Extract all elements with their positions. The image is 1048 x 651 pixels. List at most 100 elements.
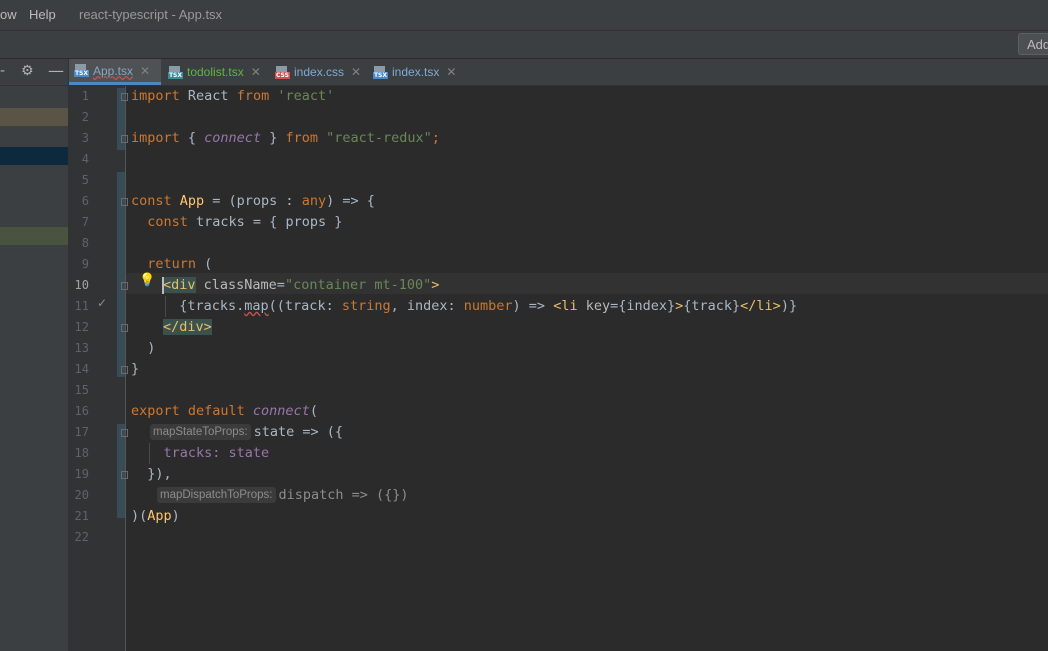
fold-icon[interactable] [121, 93, 128, 101]
code-line-11[interactable]: {tracks.map((track: string, index: numbe… [163, 296, 797, 317]
fold-icon[interactable] [121, 282, 128, 290]
tag-token: </li> [740, 298, 781, 314]
editor-tab-bar: TSX App.tsx ✕ TSX todolist.tsx ✕ CSS ind… [69, 59, 1048, 86]
close-icon[interactable]: ✕ [446, 65, 456, 79]
code-line-16[interactable]: export default connect( [131, 401, 318, 422]
tab-label: todolist.tsx [187, 65, 244, 79]
identifier-token: React [179, 88, 237, 104]
type-token: any [301, 193, 327, 209]
line-number: 22 [74, 530, 89, 544]
close-icon[interactable]: ✕ [351, 65, 361, 79]
code-line-14[interactable]: } [131, 359, 139, 380]
lightbulb-icon[interactable]: 💡 [139, 273, 155, 288]
fold-icon[interactable] [121, 429, 128, 437]
function-token: connect [204, 130, 262, 146]
text-token: } [131, 361, 140, 377]
project-tree-row-modified[interactable] [0, 227, 68, 245]
menu-bar: ow Help react-typescript - App.tsx [0, 0, 1048, 31]
fold-icon[interactable] [121, 135, 128, 143]
line-number: 3 [81, 131, 89, 145]
type-token: number [463, 298, 513, 314]
project-tree-row-highlighted[interactable] [0, 108, 68, 126]
fold-icon[interactable] [121, 324, 128, 332]
code-editor[interactable] [126, 86, 1048, 651]
text-token: ={index} [610, 298, 676, 314]
code-line-18[interactable]: tracks: state [131, 443, 270, 464]
code-line-20[interactable]: mapDispatchToProps: dispatch => ({}) [157, 485, 409, 506]
keyword-token: import [131, 88, 180, 104]
text-token: ) [171, 508, 180, 524]
fold-icon[interactable] [121, 198, 128, 206]
line-number: 9 [81, 257, 89, 271]
code-line-19[interactable]: }), [131, 464, 172, 485]
code-line-9[interactable]: return ( [131, 254, 212, 275]
parameter-hint: mapStateToProps: [150, 424, 251, 440]
line-number: 17 [74, 425, 89, 439]
function-token: connect [252, 403, 310, 419]
property-token: tracks: state [131, 445, 270, 461]
line-number: 14 [74, 362, 89, 376]
line-number: 8 [81, 236, 89, 250]
text-token: tracks = { props } [187, 214, 343, 230]
collapse-icon[interactable]: - [0, 63, 5, 79]
line-number: 13 [74, 341, 89, 355]
text-token: , index: [390, 298, 464, 314]
css-file-icon: CSS [275, 65, 290, 79]
add-configuration-button[interactable]: Add [1018, 33, 1048, 55]
fold-icon[interactable] [121, 366, 128, 374]
keyword-token: import [131, 130, 180, 146]
menu-item-window[interactable]: ow [0, 7, 17, 22]
code-line-7[interactable]: const tracks = { props } [131, 212, 342, 233]
code-line-6[interactable]: const App = (props : any) => { [131, 191, 375, 212]
tab-index-css[interactable]: CSS index.css ✕ [270, 59, 361, 85]
code-line-13[interactable]: ) [131, 338, 155, 359]
tab-todolist-tsx[interactable]: TSX todolist.tsx ✕ [163, 59, 261, 85]
tab-index-tsx[interactable]: TSX index.tsx ✕ [368, 59, 456, 85]
parameter-hint: mapDispatchToProps: [157, 487, 276, 503]
close-icon[interactable]: ✕ [251, 65, 261, 79]
close-icon[interactable]: ✕ [140, 64, 150, 78]
line-number: 16 [74, 404, 89, 418]
gear-icon[interactable]: ⚙ [21, 63, 34, 79]
tsx-file-icon: TSX [373, 65, 388, 79]
type-token: string [341, 298, 391, 314]
code-line-17[interactable]: mapStateToProps: state => ({ [150, 422, 343, 443]
text-token: {tracks. [163, 298, 245, 314]
string-token: "container mt-100" [284, 277, 432, 293]
hide-panel-icon[interactable]: — [48, 61, 64, 80]
text-token: = (props : [204, 193, 302, 209]
code-line-1[interactable]: import React from 'react' [131, 86, 334, 107]
tab-app-tsx[interactable]: TSX App.tsx ✕ [69, 59, 161, 85]
punct-token: } [261, 130, 286, 146]
tag-token: <li [553, 298, 578, 314]
string-token: 'react' [269, 88, 335, 104]
text-token: ((track: [268, 298, 342, 314]
code-line-12[interactable]: </div> [163, 317, 212, 338]
text-token: )} [780, 298, 798, 314]
tag-token: > [431, 277, 440, 293]
text-token: }), [131, 466, 172, 482]
menu-item-help[interactable]: Help [29, 7, 56, 22]
text-token: ) [131, 340, 156, 356]
string-token: "react-redux" [317, 130, 432, 146]
toolbar: Add [0, 31, 1048, 59]
text-token: = [276, 277, 285, 293]
code-line-3[interactable]: import { connect } from "react-redux"; [131, 128, 440, 149]
code-line-21[interactable]: )(App) [131, 506, 180, 527]
line-number: 7 [81, 215, 89, 229]
code-line-10[interactable]: <div className="container mt-100"> [163, 275, 439, 296]
line-number: 6 [81, 194, 89, 208]
identifier-token: App [147, 508, 172, 524]
text-token: state => ({ [253, 424, 344, 440]
check-icon: ✓ [97, 296, 108, 310]
project-tree-row-selected[interactable] [0, 147, 68, 165]
text-token: ) => [512, 298, 554, 314]
fold-icon[interactable] [121, 471, 128, 479]
keyword-token: const [131, 193, 172, 209]
tsx-file-icon: TSX [168, 65, 183, 79]
keyword-token: from [285, 130, 318, 146]
line-number: 4 [81, 152, 89, 166]
punct-token: { [179, 130, 205, 146]
line-number: 12 [74, 320, 89, 334]
keyword-token: export default [131, 403, 253, 419]
